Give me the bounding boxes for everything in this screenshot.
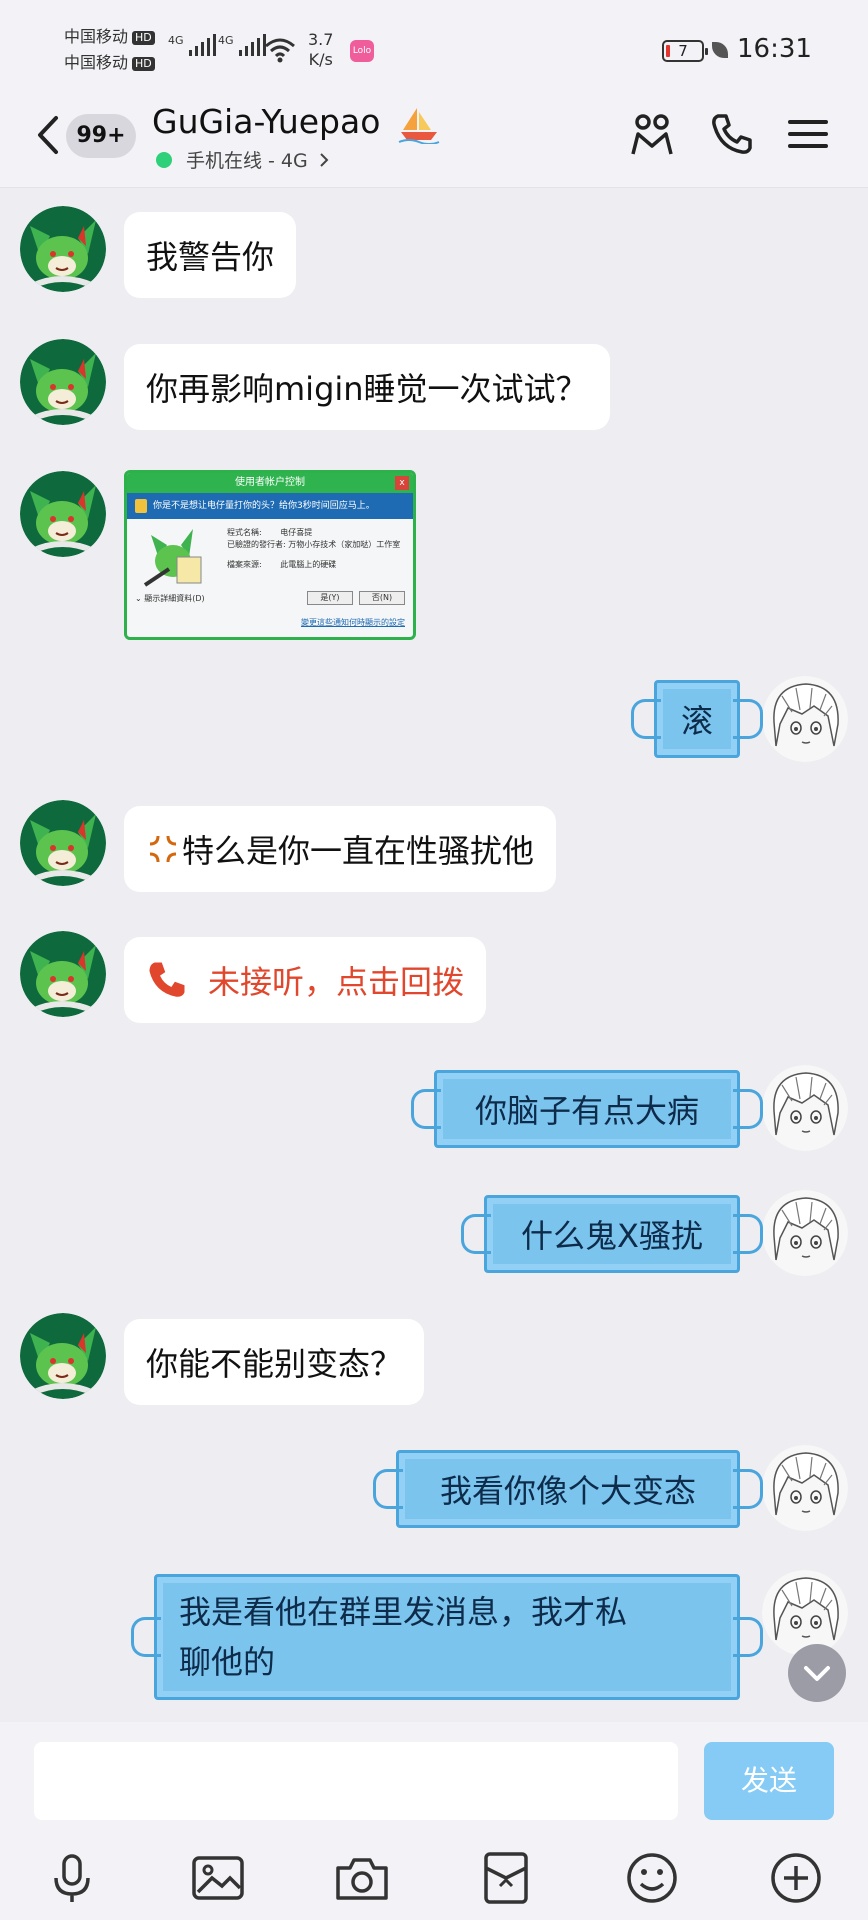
power-saving-leaf-icon <box>712 42 728 58</box>
emoji-icon[interactable] <box>624 1850 680 1906</box>
microphone-icon[interactable] <box>44 1850 100 1906</box>
my-avatar[interactable] <box>762 1445 848 1531</box>
red-packet-icon[interactable] <box>478 1850 534 1906</box>
contact-avatar[interactable] <box>20 1313 106 1399</box>
incoming-message[interactable]: 你能不能别变态？ <box>124 1319 425 1405</box>
anger-symbol-icon <box>149 835 177 863</box>
plus-icon[interactable] <box>768 1850 824 1906</box>
message-input[interactable] <box>34 1742 678 1820</box>
menu-icon[interactable] <box>784 110 832 158</box>
online-status[interactable]: 手机在线 - 4G <box>156 146 332 173</box>
dialog-settings-link: 變更這些通知何時顯示的設定 <box>301 618 405 627</box>
dialog-title: 使用者帐户控制 x <box>127 473 413 493</box>
chevron-down-icon <box>804 1666 830 1681</box>
group-members-icon[interactable] <box>628 110 676 158</box>
outgoing-message[interactable]: 我看你像个大变态 <box>373 1450 763 1528</box>
outgoing-message[interactable]: 你脑子有点大病 <box>411 1070 763 1148</box>
wifi-icon <box>265 38 295 63</box>
my-avatar[interactable] <box>762 676 848 762</box>
image-message[interactable]: 使用者帐户控制 x 你是不是想让电仔量打你的头？给你3秒时间回应马上。 程式名稱:… <box>124 470 416 640</box>
dialog-yes-button: 是(Y) <box>307 591 353 605</box>
back-arrow-icon[interactable] <box>30 110 70 160</box>
dialog-banner: 你是不是想让电仔量打你的头？给你3秒时间回应马上。 <box>127 493 413 519</box>
sailboat-icon <box>398 107 440 144</box>
app-notification-icon: Lolo <box>350 40 374 62</box>
missed-call-message[interactable]: 未接听，点击回拨 <box>124 937 487 1023</box>
online-dot-icon <box>156 151 172 168</box>
signal-icon-2: 4G <box>218 34 266 56</box>
chat-header: 99+ GuGia-Yuepao 手机在线 - 4G <box>0 96 868 188</box>
send-button[interactable]: 发送 <box>704 1742 834 1820</box>
incoming-message[interactable]: 我警告你 <box>124 212 297 298</box>
carrier-1: 中国移动 HD <box>64 26 155 48</box>
input-bar: 发送 <box>0 1722 868 1920</box>
contact-avatar[interactable] <box>20 931 106 1017</box>
clock: 16:31 <box>737 34 812 64</box>
signal-icon-1: 4G <box>168 34 216 56</box>
contact-avatar[interactable] <box>20 800 106 886</box>
mascot-illustration <box>143 529 202 587</box>
my-avatar[interactable] <box>762 1190 848 1276</box>
unread-count-badge[interactable]: 99+ <box>66 114 136 158</box>
outgoing-message[interactable]: 我是看他在群里发消息，我才私 聊他的 <box>131 1574 763 1700</box>
camera-icon[interactable] <box>334 1850 390 1906</box>
my-avatar[interactable] <box>762 1065 848 1151</box>
dialog-no-button: 否(N) <box>359 591 405 605</box>
network-speed: 3.7 K/s <box>308 30 334 69</box>
phone-call-icon[interactable] <box>708 110 756 158</box>
chevron-right-icon <box>320 152 329 167</box>
phone-icon <box>149 962 185 997</box>
incoming-message[interactable]: 特么是你一直在性骚扰他 <box>124 806 557 892</box>
contact-avatar[interactable] <box>20 471 106 557</box>
details-toggle: ⌄ 顯示詳細資料(D) <box>135 594 205 603</box>
outgoing-message[interactable]: 滚 <box>631 680 763 758</box>
contact-avatar[interactable] <box>20 339 106 425</box>
outgoing-message[interactable]: 什么鬼X骚扰 <box>461 1195 763 1273</box>
status-bar: 中国移动 HD 中国移动 HD 4G 4G 3.7 K/s Lolo 7 16:31 <box>0 0 868 96</box>
scroll-to-bottom-button[interactable] <box>788 1644 846 1702</box>
image-icon[interactable] <box>190 1850 246 1906</box>
incoming-message[interactable]: 你再影响migin睡觉一次试试？ <box>124 344 610 430</box>
contact-avatar[interactable] <box>20 206 106 292</box>
carrier-2: 中国移动 HD <box>64 52 155 74</box>
contact-name[interactable]: GuGia-Yuepao <box>152 102 441 144</box>
battery-icon: 7 <box>662 40 708 62</box>
